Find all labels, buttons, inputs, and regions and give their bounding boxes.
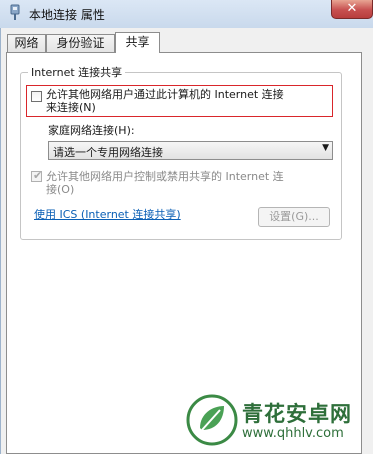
watermark: 青花安卓网 www.qhhlv.com (186, 388, 373, 454)
allow-control-label-line2: 接(O) (46, 183, 75, 196)
close-icon: ✕ (346, 1, 358, 16)
tab-label: 共享 (125, 35, 150, 49)
settings-button[interactable]: 设置(G)... (258, 207, 330, 227)
home-network-select[interactable]: 请选一个专用网络连接 ▼ (48, 141, 333, 160)
allow-control-checkbox[interactable]: ✔ (31, 169, 43, 182)
window-title: 本地连接 属性 (29, 8, 105, 22)
network-adapter-icon (10, 4, 20, 20)
select-value: 请选一个专用网络连接 (53, 146, 163, 159)
checkmark-icon: ✔ (33, 169, 43, 182)
tab-sharing[interactable]: 共享 (115, 32, 160, 53)
allow-share-label-line2: 来连接(N) (46, 101, 96, 114)
ics-help-link[interactable]: 使用 ICS (Internet 连接共享) (34, 206, 181, 222)
chevron-down-icon: ▼ (322, 143, 329, 153)
tab-label: 身份验证 (56, 36, 105, 50)
tab-authentication[interactable]: 身份验证 (46, 34, 115, 52)
watermark-url: www.qhhlv.com (242, 426, 344, 441)
tab-label: 网络 (14, 36, 39, 50)
home-network-label: 家庭网络连接(H): (48, 124, 135, 137)
allow-control-label-line1: 允许其他网络用户控制或禁用共享的 Internet 连 (46, 170, 284, 183)
tab-network[interactable]: 网络 (7, 34, 46, 52)
title-bar: 本地连接 属性 ✕ (0, 0, 373, 28)
close-button[interactable]: ✕ (331, 0, 373, 19)
leaf-logo-icon (186, 394, 238, 446)
watermark-name: 青花安卓网 (242, 402, 352, 426)
allow-share-checkbox[interactable] (31, 91, 42, 102)
group-title: Internet 连接共享 (28, 64, 126, 80)
allow-share-label-line1: 允许其他网络用户通过此计算机的 Internet 连接 (46, 88, 284, 101)
